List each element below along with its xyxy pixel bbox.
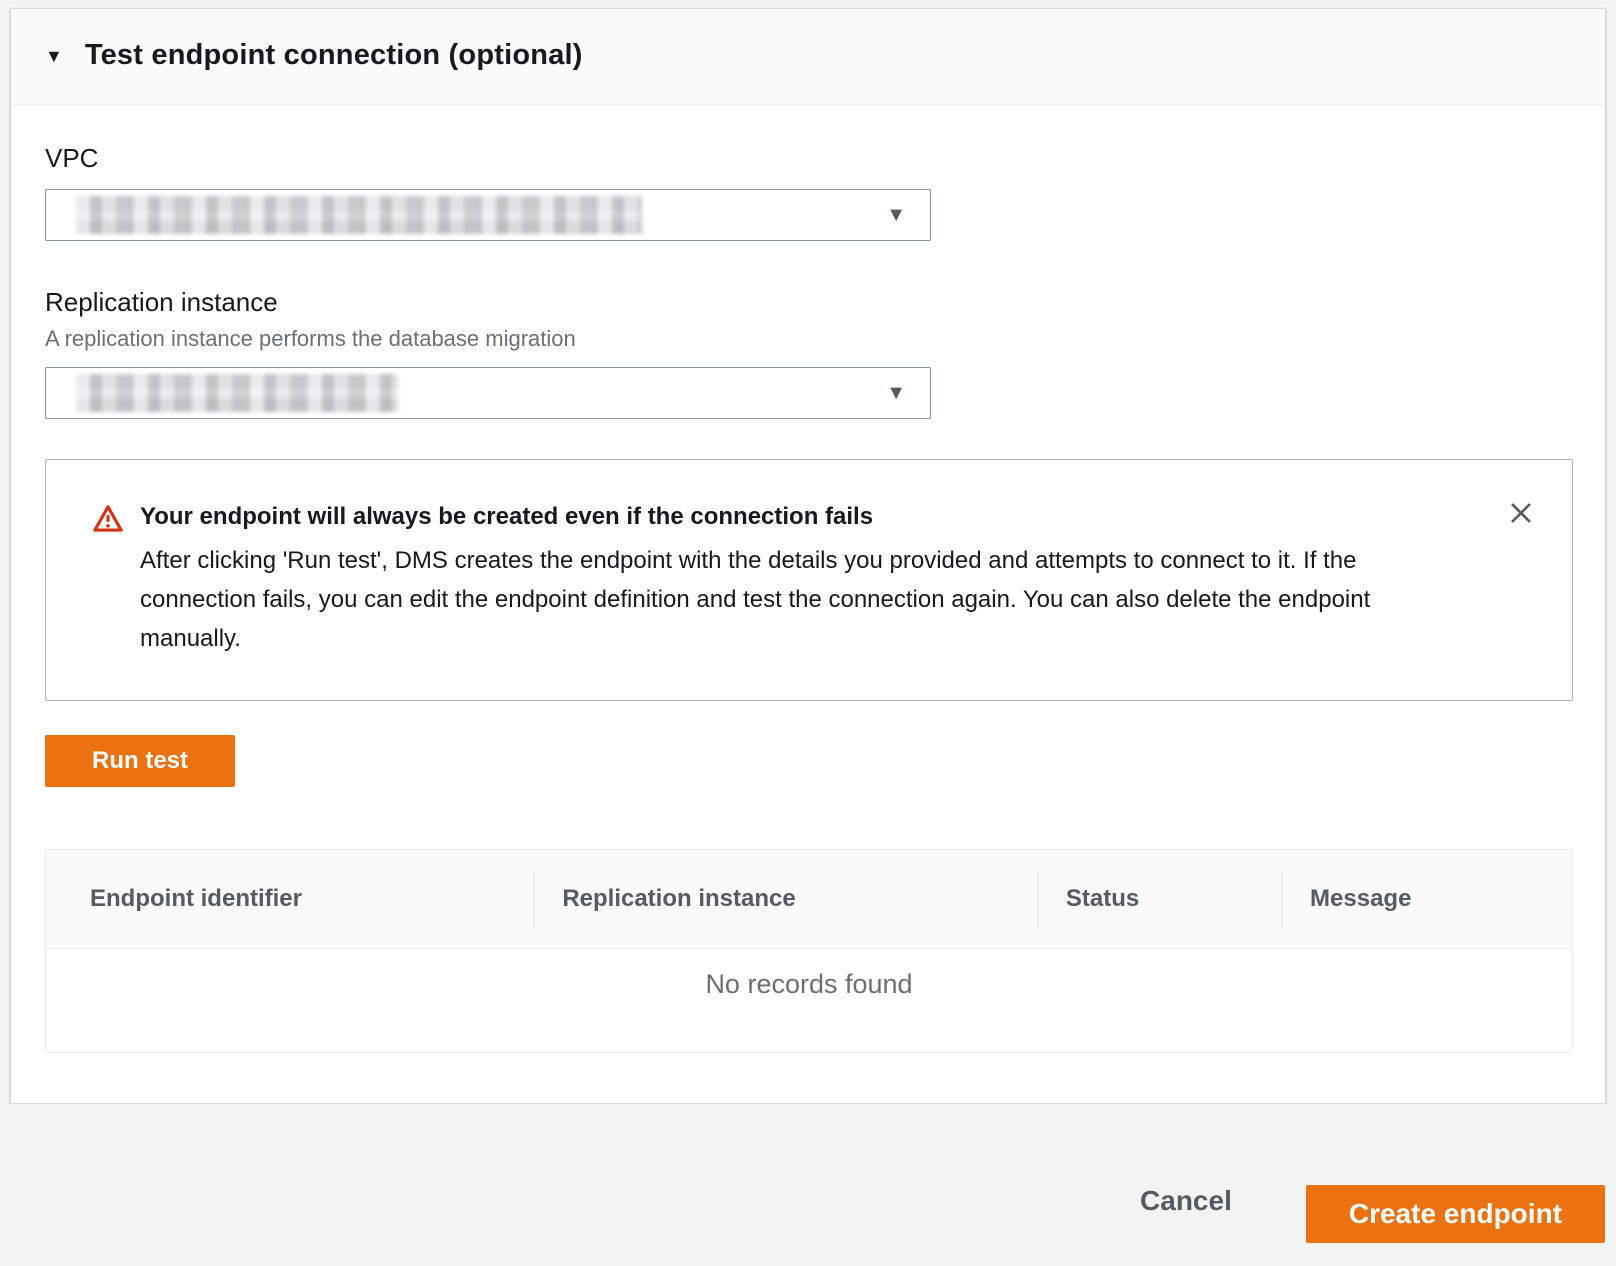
column-header-status: Status bbox=[1038, 850, 1282, 948]
run-test-button[interactable]: Run test bbox=[45, 735, 235, 787]
replication-instance-label: Replication instance bbox=[45, 287, 1573, 317]
close-icon[interactable] bbox=[1504, 496, 1538, 530]
warning-flashbar: Your endpoint will always be created eve… bbox=[45, 459, 1573, 701]
vpc-label: VPC bbox=[45, 143, 1573, 173]
replication-instance-select[interactable]: ▼ bbox=[45, 367, 931, 419]
form-footer: Cancel Create endpoint bbox=[0, 1104, 1616, 1263]
vpc-redacted-value bbox=[76, 196, 642, 234]
replication-instance-redacted-value bbox=[76, 374, 398, 412]
table-header-row: Endpoint identifier Replication instance… bbox=[46, 850, 1572, 949]
panel-title: Test endpoint connection (optional) bbox=[85, 39, 583, 72]
warning-body: After clicking 'Run test', DMS creates t… bbox=[140, 541, 1440, 658]
column-header-message: Message bbox=[1282, 850, 1572, 948]
panel-body: VPC ▼ Replication instance A replication… bbox=[11, 105, 1605, 1103]
collapse-caret-icon[interactable]: ▼ bbox=[45, 47, 63, 65]
table-empty-state: No records found bbox=[46, 949, 1572, 1052]
column-header-endpoint-identifier: Endpoint identifier bbox=[46, 850, 534, 948]
column-header-replication-instance: Replication instance bbox=[534, 850, 1038, 948]
replication-instance-field-group: Replication instance A replication insta… bbox=[45, 287, 1573, 419]
vpc-field-group: VPC ▼ bbox=[45, 143, 1573, 241]
cancel-button[interactable]: Cancel bbox=[1140, 1185, 1232, 1217]
chevron-down-icon: ▼ bbox=[886, 383, 906, 403]
chevron-down-icon: ▼ bbox=[886, 205, 906, 225]
connection-results-table: Endpoint identifier Replication instance… bbox=[45, 849, 1573, 1053]
no-records-text: No records found bbox=[705, 969, 912, 999]
test-endpoint-connection-panel: ▼ Test endpoint connection (optional) VP… bbox=[10, 8, 1606, 1104]
panel-header[interactable]: ▼ Test endpoint connection (optional) bbox=[11, 9, 1605, 105]
create-endpoint-button[interactable]: Create endpoint bbox=[1306, 1185, 1605, 1243]
warning-text-block: Your endpoint will always be created eve… bbox=[140, 502, 1440, 658]
warning-triangle-icon bbox=[92, 504, 124, 538]
replication-instance-description: A replication instance performs the data… bbox=[45, 325, 1573, 353]
vpc-select[interactable]: ▼ bbox=[45, 189, 931, 241]
warning-title: Your endpoint will always be created eve… bbox=[140, 502, 1440, 532]
